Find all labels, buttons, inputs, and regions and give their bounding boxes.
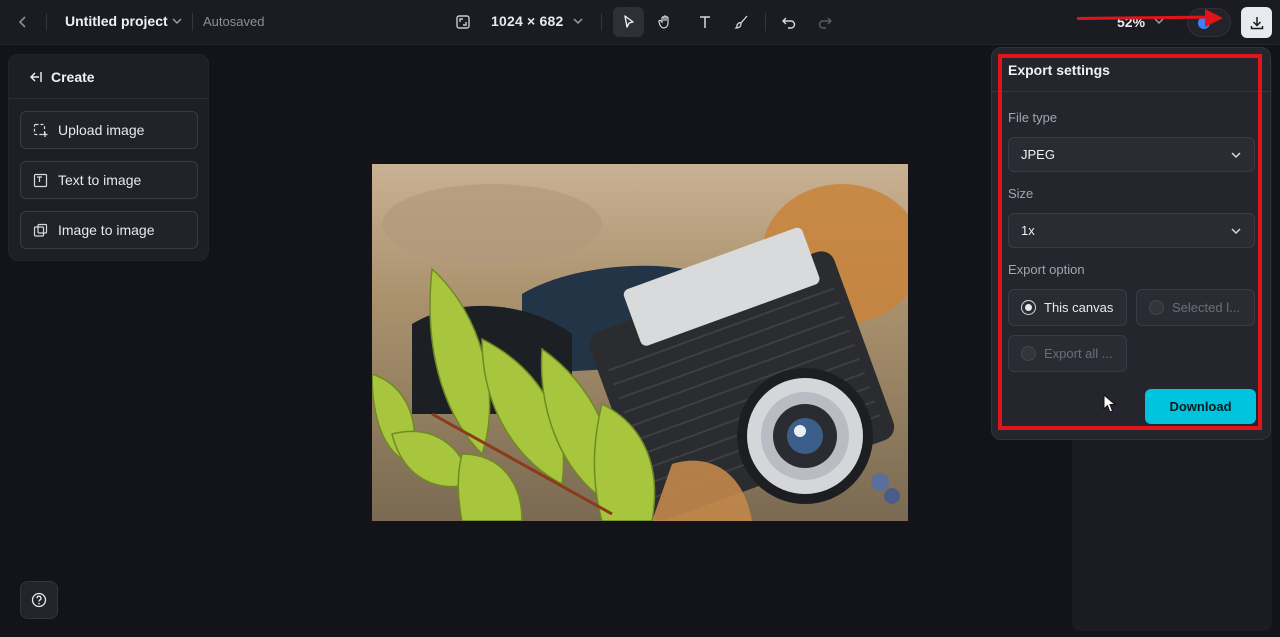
hand-tool-button[interactable] xyxy=(649,7,680,37)
brush-tool-icon xyxy=(733,14,750,30)
export-settings-title: Export settings xyxy=(1008,62,1110,78)
image-to-image-button[interactable]: Image to image xyxy=(20,211,198,249)
radio-selected-icon xyxy=(1021,300,1036,315)
radio-unselected-icon xyxy=(1149,300,1164,315)
resize-icon[interactable] xyxy=(455,14,471,30)
text-to-image-button[interactable]: Text to image xyxy=(20,161,198,199)
divider xyxy=(765,13,766,31)
project-name[interactable]: Untitled project xyxy=(65,13,168,29)
file-type-value: JPEG xyxy=(1021,147,1055,162)
option-export-all-label: Export all ... xyxy=(1044,346,1113,361)
create-title: Create xyxy=(51,68,95,85)
divider xyxy=(992,91,1270,92)
create-panel: Create Upload image Text to image Image … xyxy=(8,54,209,261)
text-to-image-icon xyxy=(33,173,48,188)
top-toolbar: Untitled project Autosaved 1024 × 682 52… xyxy=(0,0,1280,45)
size-select[interactable]: 1x xyxy=(1008,213,1255,248)
option-this-canvas[interactable]: This canvas xyxy=(1008,289,1127,326)
collapse-left-icon[interactable] xyxy=(29,70,43,84)
back-chevron-icon[interactable] xyxy=(17,15,29,29)
undo-button[interactable] xyxy=(773,7,804,37)
project-chevron-icon[interactable] xyxy=(171,16,183,26)
dims-chevron-icon[interactable] xyxy=(572,16,584,26)
text-to-image-label: Text to image xyxy=(58,172,142,188)
canvas-dimensions[interactable]: 1024 × 682 xyxy=(491,13,563,29)
download-button[interactable]: Download xyxy=(1145,389,1256,424)
camera-photo-image xyxy=(372,164,908,521)
select-tool-button[interactable] xyxy=(613,7,644,37)
annotation-arrow-head xyxy=(1205,9,1223,27)
mouse-cursor-icon xyxy=(1103,393,1117,419)
size-value: 1x xyxy=(1021,223,1035,238)
divider xyxy=(46,13,47,31)
option-selected-label: Selected l... xyxy=(1172,300,1240,315)
export-settings-popover: Export settings File type JPEG Size 1x E… xyxy=(991,47,1271,440)
select-tool-icon xyxy=(621,14,637,30)
option-this-canvas-label: This canvas xyxy=(1044,300,1114,315)
divider xyxy=(601,13,602,31)
divider xyxy=(192,13,193,31)
help-button[interactable] xyxy=(20,581,58,619)
upload-image-icon xyxy=(33,123,48,138)
size-label: Size xyxy=(1008,186,1034,201)
option-selected-layers[interactable]: Selected l... xyxy=(1136,289,1255,326)
export-download-button[interactable] xyxy=(1241,7,1272,38)
text-tool-icon xyxy=(697,14,713,30)
redo-button[interactable] xyxy=(809,7,840,37)
text-tool-button[interactable] xyxy=(689,7,720,37)
hand-tool-icon xyxy=(657,14,673,30)
brush-tool-button[interactable] xyxy=(726,7,757,37)
download-icon xyxy=(1249,15,1265,31)
image-to-image-icon xyxy=(33,223,48,238)
upload-image-button[interactable]: Upload image xyxy=(20,111,198,149)
option-export-all[interactable]: Export all ... xyxy=(1008,335,1127,372)
canvas-photo[interactable] xyxy=(372,164,908,521)
redo-icon xyxy=(817,14,833,30)
radio-unselected-icon xyxy=(1021,346,1036,361)
image-to-image-label: Image to image xyxy=(58,222,155,238)
chevron-down-icon xyxy=(1230,226,1242,236)
autosave-status: Autosaved xyxy=(203,14,265,29)
help-icon xyxy=(31,592,47,608)
undo-icon xyxy=(781,14,797,30)
chevron-down-icon xyxy=(1230,150,1242,160)
create-header[interactable]: Create xyxy=(9,55,208,99)
export-option-label: Export option xyxy=(1008,262,1085,277)
file-type-select[interactable]: JPEG xyxy=(1008,137,1255,172)
file-type-label: File type xyxy=(1008,110,1058,125)
upload-image-label: Upload image xyxy=(58,122,145,138)
